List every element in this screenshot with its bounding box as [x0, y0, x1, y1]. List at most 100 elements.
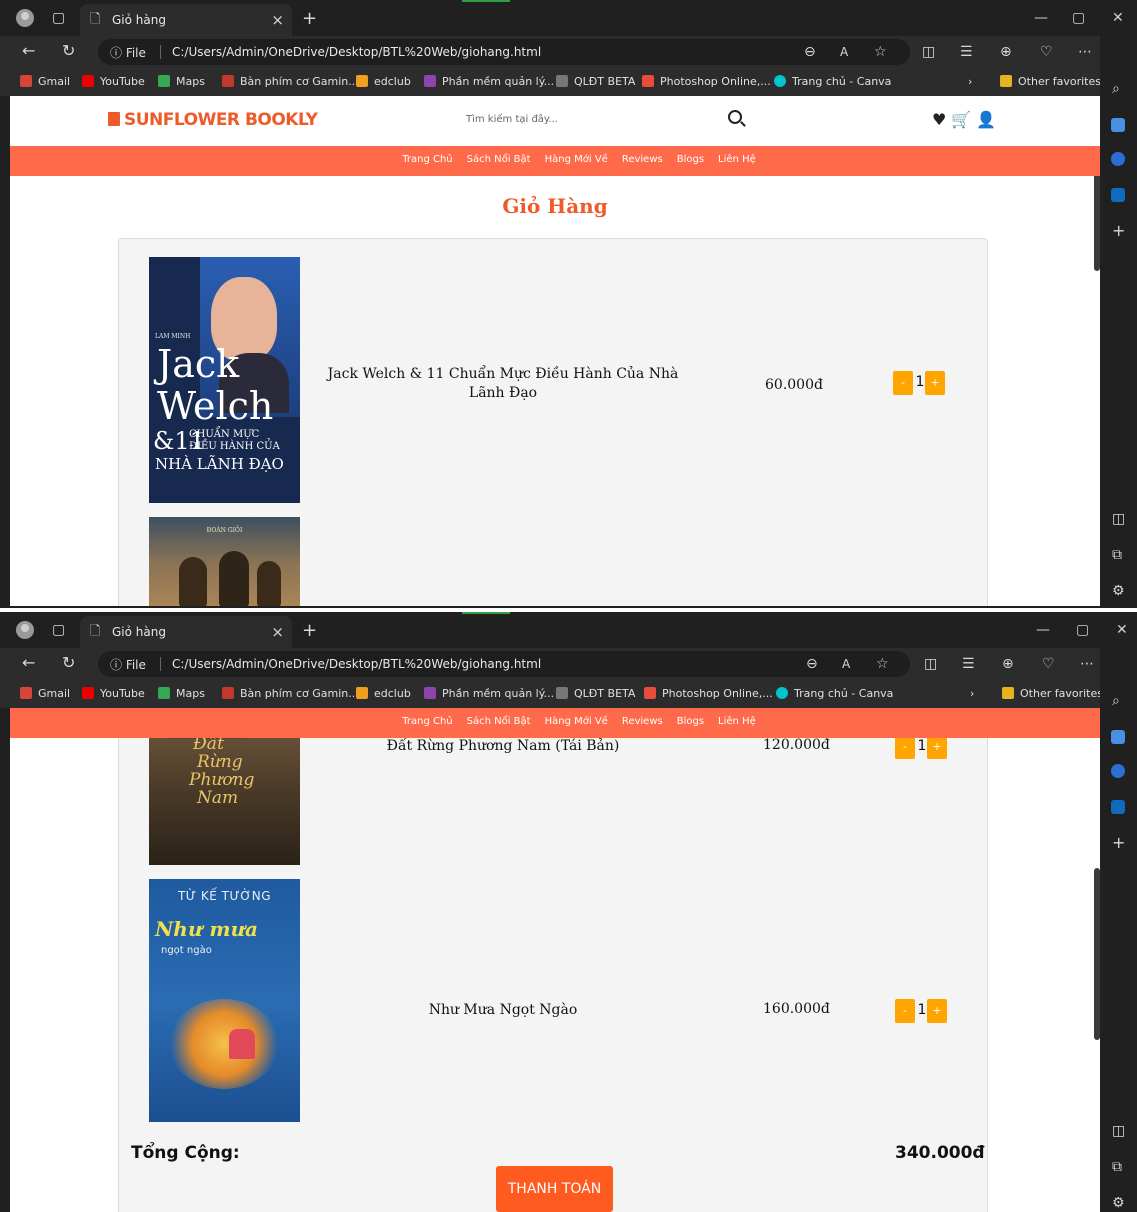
- fav-edclub[interactable]: edclub: [356, 687, 411, 700]
- nav-reviews[interactable]: Reviews: [622, 716, 663, 727]
- fav-overflow-icon[interactable]: ›: [968, 75, 972, 88]
- user-icon[interactable]: 👤: [976, 110, 1001, 129]
- site-info[interactable]: ⓘ File: [110, 44, 146, 61]
- zoom-icon[interactable]: ⊖: [806, 657, 818, 671]
- decrease-button[interactable]: -: [895, 999, 915, 1023]
- split-screen-icon[interactable]: ◫: [924, 657, 937, 671]
- checkout-button[interactable]: THANH TOÁN: [496, 1166, 613, 1212]
- quantity-value[interactable]: 1: [917, 738, 927, 754]
- zoom-icon[interactable]: ⊖: [804, 45, 816, 59]
- fav-other[interactable]: Other favorites: [1000, 75, 1101, 88]
- quantity-value[interactable]: 1: [917, 1002, 927, 1018]
- fav-qldt[interactable]: QLĐT BETA: [556, 75, 635, 88]
- sidebar-outlook-icon[interactable]: [1111, 800, 1125, 814]
- sidebar-games-icon[interactable]: [1111, 764, 1125, 778]
- sidebar-panel-icon[interactable]: ◫: [1112, 1124, 1125, 1138]
- fav-youtube[interactable]: YouTube: [82, 687, 145, 700]
- url-field[interactable]: ⓘ File C:/Users/Admin/OneDrive/Desktop/B…: [98, 39, 910, 65]
- window-close-icon[interactable]: ✕: [1112, 10, 1124, 26]
- refresh-icon[interactable]: ↻: [62, 655, 75, 671]
- collections-icon[interactable]: ⊕: [1002, 657, 1014, 671]
- quantity-value[interactable]: 1: [915, 374, 925, 390]
- sidebar-search-icon[interactable]: ⌕: [1112, 82, 1120, 96]
- nav-contact[interactable]: Liên Hệ: [718, 716, 756, 727]
- url-text[interactable]: C:/Users/Admin/OneDrive/Desktop/BTL%20We…: [172, 657, 541, 671]
- sidebar-external-icon[interactable]: ⧉: [1112, 548, 1122, 562]
- tab-close-icon[interactable]: ×: [271, 623, 284, 641]
- sidebar-add-icon[interactable]: +: [1112, 223, 1125, 239]
- favorites-icon[interactable]: ☰: [960, 45, 973, 59]
- decrease-button[interactable]: -: [893, 371, 913, 395]
- url-text[interactable]: C:/Users/Admin/OneDrive/Desktop/BTL%20We…: [172, 45, 541, 59]
- nav-contact[interactable]: Liên Hệ: [718, 154, 756, 165]
- tab-giohang[interactable]: 🗋 Giỏ hàng ×: [80, 4, 292, 36]
- fav-photoshop[interactable]: Photoshop Online,...: [642, 75, 771, 88]
- search-input[interactable]: Tìm kiếm tại đây...: [466, 114, 558, 125]
- decrease-button[interactable]: -: [895, 735, 915, 759]
- tab-close-icon[interactable]: ×: [271, 11, 284, 29]
- cart-icon[interactable]: 🛒: [951, 110, 976, 129]
- read-aloud-icon[interactable]: A: [842, 657, 850, 671]
- favorites-icon[interactable]: ☰: [962, 657, 975, 671]
- tab-giohang[interactable]: 🗋 Giỏ hàng ×: [80, 616, 292, 648]
- fav-gmail[interactable]: Gmail: [20, 75, 70, 88]
- favorite-star-icon[interactable]: ☆: [874, 45, 887, 59]
- fav-canva[interactable]: Trang chủ - Canva: [776, 687, 893, 700]
- nav-new[interactable]: Hàng Mới Về: [545, 716, 608, 727]
- nav-home[interactable]: Trang Chủ: [402, 154, 452, 165]
- sidebar-tools-icon[interactable]: [1111, 118, 1125, 132]
- back-icon[interactable]: ←: [22, 655, 35, 671]
- sidebar-search-icon[interactable]: ⌕: [1112, 694, 1120, 708]
- nav-featured[interactable]: Sách Nổi Bật: [467, 716, 531, 727]
- profile-avatar[interactable]: [16, 621, 34, 639]
- fav-maps[interactable]: Maps: [158, 75, 205, 88]
- heart-icon[interactable]: ♥: [932, 110, 951, 129]
- fav-maps[interactable]: Maps: [158, 687, 205, 700]
- fav-other[interactable]: Other favorites: [1002, 687, 1103, 700]
- fav-gmail[interactable]: Gmail: [20, 687, 70, 700]
- fav-software[interactable]: Phần mềm quản lý...: [424, 75, 554, 88]
- fav-edclub[interactable]: edclub: [356, 75, 411, 88]
- new-tab-icon[interactable]: +: [302, 8, 317, 29]
- sidebar-settings-icon[interactable]: ⚙: [1112, 584, 1125, 598]
- fav-canva[interactable]: Trang chủ - Canva: [774, 75, 891, 88]
- collections-icon[interactable]: ⊕: [1000, 45, 1012, 59]
- refresh-icon[interactable]: ↻: [62, 43, 75, 59]
- minimize-icon[interactable]: —: [1034, 10, 1048, 26]
- fav-photoshop[interactable]: Photoshop Online,...: [644, 687, 773, 700]
- nav-reviews[interactable]: Reviews: [622, 154, 663, 165]
- nav-new[interactable]: Hàng Mới Về: [545, 154, 608, 165]
- maximize-icon[interactable]: ▢: [1072, 10, 1085, 26]
- back-icon[interactable]: ←: [22, 43, 35, 59]
- sidebar-outlook-icon[interactable]: [1111, 188, 1125, 202]
- profile-avatar[interactable]: [16, 9, 34, 27]
- maximize-icon[interactable]: ▢: [1076, 622, 1089, 638]
- tab-actions-icon[interactable]: ▢: [52, 11, 65, 25]
- fav-qldt[interactable]: QLĐT BETA: [556, 687, 635, 700]
- window-close-icon[interactable]: ✕: [1116, 622, 1128, 638]
- split-screen-icon[interactable]: ◫: [922, 45, 935, 59]
- fav-software[interactable]: Phần mềm quản lý...: [424, 687, 554, 700]
- nav-blogs[interactable]: Blogs: [677, 716, 704, 727]
- favorite-star-icon[interactable]: ☆: [876, 657, 889, 671]
- more-icon[interactable]: ⋯: [1078, 45, 1092, 59]
- health-icon[interactable]: ♡: [1042, 657, 1055, 671]
- fav-youtube[interactable]: YouTube: [82, 75, 145, 88]
- nav-home[interactable]: Trang Chủ: [402, 716, 452, 727]
- site-info[interactable]: ⓘ File: [110, 656, 146, 673]
- sidebar-add-icon[interactable]: +: [1112, 835, 1125, 851]
- sidebar-tools-icon[interactable]: [1111, 730, 1125, 744]
- new-tab-icon[interactable]: +: [302, 620, 317, 641]
- search-icon[interactable]: [728, 110, 742, 124]
- page-scrollbar[interactable]: [1094, 868, 1100, 1040]
- fav-keyboard[interactable]: Bàn phím cơ Gamin...: [222, 75, 359, 88]
- sidebar-panel-icon[interactable]: ◫: [1112, 512, 1125, 526]
- read-aloud-icon[interactable]: A: [840, 45, 848, 59]
- increase-button[interactable]: +: [927, 735, 947, 759]
- site-logo[interactable]: SUNFLOWER BOOKLY: [108, 110, 318, 130]
- health-icon[interactable]: ♡: [1040, 45, 1053, 59]
- nav-featured[interactable]: Sách Nổi Bật: [467, 154, 531, 165]
- url-field[interactable]: ⓘ File C:/Users/Admin/OneDrive/Desktop/B…: [98, 651, 910, 677]
- minimize-icon[interactable]: —: [1036, 622, 1050, 638]
- sidebar-settings-icon[interactable]: ⚙: [1112, 1196, 1125, 1210]
